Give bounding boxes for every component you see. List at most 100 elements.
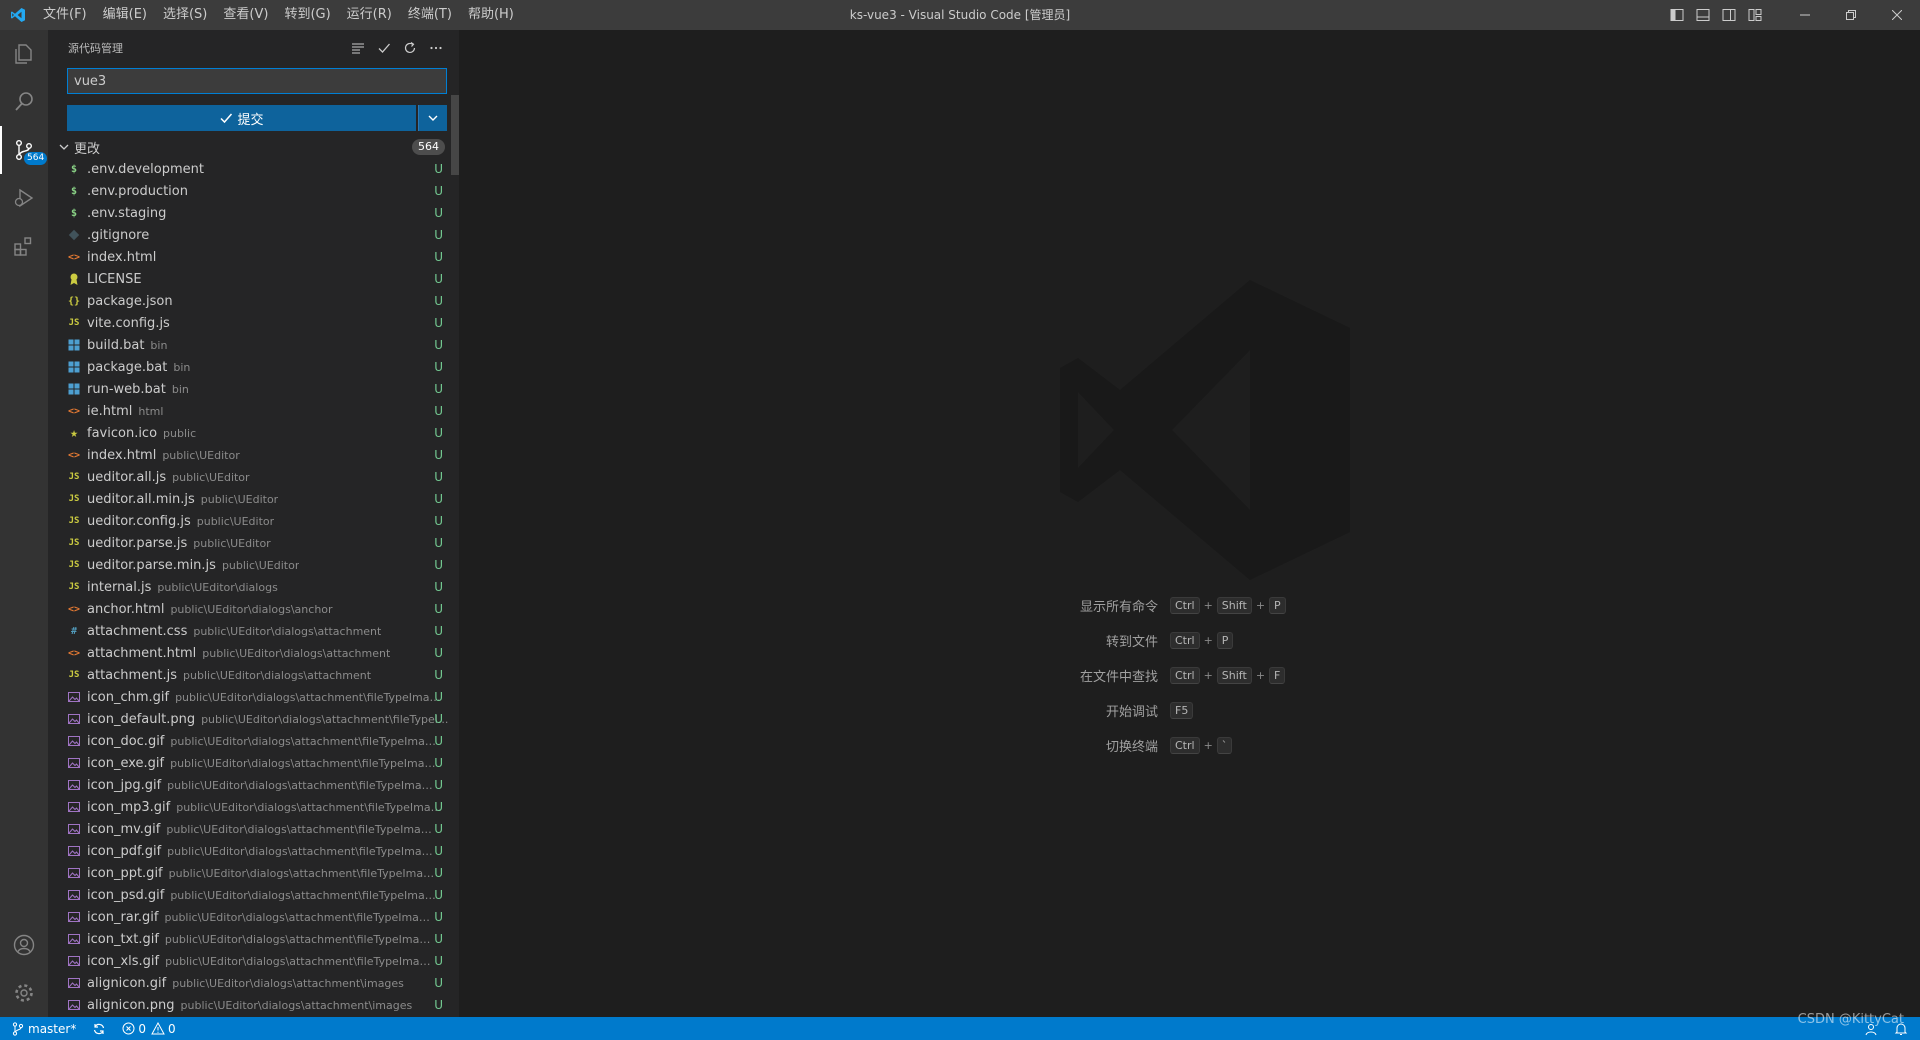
file-path: public\UEditor\dialogs\attachment\fileTy… <box>166 822 437 836</box>
list-item[interactable]: icon_chm.gif public\UEditor\dialogs\attac… <box>48 686 459 708</box>
dollar-file-icon: $ <box>70 207 78 219</box>
restore-button[interactable] <box>1828 0 1874 30</box>
list-item[interactable]: icon_psd.gif public\UEditor\dialogs\attac… <box>48 884 459 906</box>
list-item[interactable]: icon_ppt.gif public\UEditor\dialogs\attac… <box>48 862 459 884</box>
shortcut-label: 显示所有命令 <box>1079 600 1158 615</box>
toggle-panel-icon[interactable] <box>1690 0 1716 30</box>
commit-button[interactable]: 提交 <box>67 105 416 131</box>
refresh-icon[interactable] <box>397 37 423 59</box>
list-item[interactable]: LICENSE U <box>48 268 459 290</box>
changes-count-badge: 564 <box>412 139 445 155</box>
menu-item[interactable]: 运行(R) <box>339 0 400 30</box>
list-item[interactable]: <> anchor.html public\UEditor\dialogs\anch… <box>48 598 459 620</box>
explorer-icon[interactable] <box>0 30 48 78</box>
list-item[interactable]: icon_doc.gif public\UEditor\dialogs\attac… <box>48 730 459 752</box>
file-status: U <box>434 492 443 506</box>
list-item[interactable]: <> index.html U <box>48 246 459 268</box>
list-item[interactable]: JS ueditor.parse.js public\UEditor U <box>48 532 459 554</box>
menu-item[interactable]: 选择(S) <box>155 0 215 30</box>
list-item[interactable]: JS ueditor.all.min.js public\UEditor U <box>48 488 459 510</box>
image-file-icon <box>66 777 82 793</box>
list-item[interactable]: package.bat bin U <box>48 356 459 378</box>
menu-item[interactable]: 编辑(E) <box>95 0 155 30</box>
list-item[interactable]: icon_mv.gif public\UEditor\dialogs\attach… <box>48 818 459 840</box>
list-item[interactable]: icon_mp3.gif public\UEditor\dialogs\attac… <box>48 796 459 818</box>
list-item[interactable]: <> attachment.html public\UEditor\dialogs\… <box>48 642 459 664</box>
file-name: favicon.ico <box>87 425 158 441</box>
run-debug-icon[interactable] <box>0 174 48 222</box>
list-item[interactable]: JS ueditor.all.js public\UEditor U <box>48 466 459 488</box>
list-item[interactable]: icon_exe.gif public\UEditor\dialogs\attac… <box>48 752 459 774</box>
shortcut-row: 转到文件 Ctrl + P <box>1020 623 1420 658</box>
file-path: public <box>163 426 197 440</box>
search-icon[interactable] <box>0 78 48 126</box>
file-status: U <box>434 360 443 374</box>
key-separator: + <box>1203 739 1213 752</box>
problems-indicator[interactable]: 0 0 <box>114 1017 183 1040</box>
menu-item[interactable]: 转到(G) <box>276 0 338 30</box>
sidebar-title: 源代码管理 <box>68 41 123 55</box>
key-cap: Shift <box>1216 597 1252 614</box>
gear-icon[interactable] <box>0 969 48 1017</box>
list-item[interactable]: {} package.json U <box>48 290 459 312</box>
menu-item[interactable]: 查看(V) <box>215 0 276 30</box>
file-status: U <box>434 470 443 484</box>
file-status: U <box>434 206 443 220</box>
menu-item[interactable]: 帮助(H) <box>460 0 522 30</box>
toggle-secondary-sidebar-icon[interactable] <box>1716 0 1742 30</box>
list-item[interactable]: .gitignore U <box>48 224 459 246</box>
menu-item[interactable]: 终端(T) <box>400 0 460 30</box>
toggle-primary-sidebar-icon[interactable] <box>1664 0 1690 30</box>
minimize-button[interactable] <box>1782 0 1828 30</box>
list-item[interactable]: icon_jpg.gif public\UEditor\dialogs\attac… <box>48 774 459 796</box>
accounts-icon[interactable] <box>0 921 48 969</box>
sync-button[interactable] <box>84 1017 114 1040</box>
list-item[interactable]: JS vite.config.js U <box>48 312 459 334</box>
list-item[interactable]: # attachment.css public\UEditor\dialogs\at… <box>48 620 459 642</box>
list-item[interactable]: JS ueditor.parse.min.js public\UEditor U <box>48 554 459 576</box>
commit-dropdown-button[interactable] <box>418 105 447 131</box>
list-item[interactable]: alignicon.png public\UEditor\dialogs\atta… <box>48 994 459 1016</box>
branch-indicator[interactable]: master* <box>0 1017 84 1040</box>
list-item[interactable]: $ .env.development U <box>48 158 459 180</box>
list-item[interactable]: $ .env.production U <box>48 180 459 202</box>
list-item[interactable]: icon_rar.gif public\UEditor\dialogs\attac… <box>48 906 459 928</box>
list-item[interactable]: build.bat bin U <box>48 334 459 356</box>
key-cap: ` <box>1216 737 1233 754</box>
js-file-icon: JS <box>68 670 80 680</box>
file-path: public\UEditor\dialogs\attachment\images <box>180 998 413 1012</box>
commit-message-input[interactable] <box>67 68 447 94</box>
list-item[interactable]: icon_default.png public\UEditor\dialogs\a… <box>48 708 459 730</box>
changes-group-header[interactable]: 更改 564 <box>48 136 459 158</box>
list-item[interactable]: <> index.html public\UEditor U <box>48 444 459 466</box>
list-item[interactable]: run-web.bat bin U <box>48 378 459 400</box>
html-file-icon: <> <box>67 603 81 615</box>
shortcut-label: 开始调试 <box>1105 705 1158 720</box>
extensions-icon[interactable] <box>0 222 48 270</box>
list-item[interactable]: icon_txt.gif public\UEditor\dialogs\attac… <box>48 928 459 950</box>
list-item[interactable]: alignicon.gif public\UEditor\dialogs\atta… <box>48 972 459 994</box>
dollar-file-icon: $ <box>70 163 78 175</box>
file-status: U <box>434 602 443 616</box>
sidebar-scrollbar[interactable] <box>451 65 459 1017</box>
customize-layout-icon[interactable] <box>1742 0 1768 30</box>
check-commit-icon[interactable] <box>371 37 397 59</box>
close-button[interactable] <box>1874 0 1920 30</box>
file-status: U <box>434 404 443 418</box>
shortcut-row: 开始调试 F5 <box>1020 693 1420 728</box>
menu-item[interactable]: 文件(F) <box>35 0 95 30</box>
more-actions-icon[interactable] <box>423 37 449 59</box>
list-item[interactable]: icon_pdf.gif public\UEditor\dialogs\attac… <box>48 840 459 862</box>
list-item[interactable]: JS attachment.js public\UEditor\dialogs\at… <box>48 664 459 686</box>
view-as-list-icon[interactable] <box>345 37 371 59</box>
list-item[interactable]: <> ie.html html U <box>48 400 459 422</box>
list-item[interactable]: JS internal.js public\UEditor\dialogs U <box>48 576 459 598</box>
source-control-icon[interactable]: 564 <box>0 126 48 174</box>
list-item[interactable]: $ .env.staging U <box>48 202 459 224</box>
scrollbar-thumb[interactable] <box>451 95 459 175</box>
list-item[interactable]: icon_xls.gif public\UEditor\dialogs\attac… <box>48 950 459 972</box>
list-item[interactable]: ★ favicon.ico public U <box>48 422 459 444</box>
image-file-icon <box>66 689 82 705</box>
html-file-icon: <> <box>67 405 81 417</box>
list-item[interactable]: JS ueditor.config.js public\UEditor U <box>48 510 459 532</box>
